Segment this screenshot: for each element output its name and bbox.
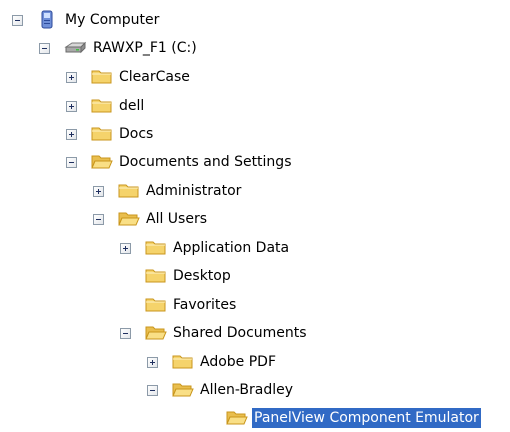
- folder-icon: [145, 267, 166, 285]
- tree-label: Administrator: [146, 183, 242, 199]
- folder-open-icon: [118, 210, 140, 228]
- folder-open-icon: [172, 381, 194, 399]
- tree-label: Shared Documents: [173, 325, 307, 341]
- folder-icon: [172, 353, 193, 371]
- tree-label: My Computer: [65, 12, 160, 28]
- collapse-toggle[interactable]: [147, 385, 158, 396]
- expand-toggle[interactable]: [66, 72, 77, 83]
- tree-label: ClearCase: [119, 69, 190, 85]
- tree-label: Documents and Settings: [119, 154, 292, 170]
- collapse-toggle[interactable]: [12, 15, 23, 26]
- folder-icon: [91, 97, 112, 115]
- tree-label: Allen-Bradley: [200, 382, 294, 398]
- folder-icon: [145, 296, 166, 314]
- folder-open-icon: [145, 324, 167, 342]
- folder-icon: [118, 182, 139, 200]
- my-computer-icon: [37, 10, 57, 29]
- collapse-toggle[interactable]: [39, 43, 50, 54]
- tree-label: Docs: [119, 126, 154, 142]
- tree-label: Adobe PDF: [200, 354, 277, 370]
- tree-label: All Users: [146, 211, 208, 227]
- collapse-toggle[interactable]: [120, 328, 131, 339]
- folder-icon: [145, 239, 166, 257]
- tree-label-selected: PanelView Component Emulator: [252, 408, 481, 428]
- tree-label: RAWXP_F1 (C:): [93, 40, 197, 56]
- tree-label: Favorites: [173, 297, 237, 313]
- folder-open-icon: [226, 409, 248, 427]
- expand-toggle[interactable]: [120, 243, 131, 254]
- folder-open-icon: [91, 153, 113, 171]
- expand-toggle[interactable]: [66, 129, 77, 140]
- expand-toggle[interactable]: [147, 357, 158, 368]
- folder-icon: [91, 125, 112, 143]
- folder-tree: My Computer RAWXP_F1 (C:) ClearCase dell: [0, 0, 510, 432]
- expand-toggle[interactable]: [66, 101, 77, 112]
- expand-toggle[interactable]: [93, 186, 104, 197]
- collapse-toggle[interactable]: [93, 214, 104, 225]
- tree-label: Application Data: [173, 240, 290, 256]
- hard-drive-icon: [64, 39, 87, 57]
- tree-label: dell: [119, 98, 145, 114]
- collapse-toggle[interactable]: [66, 157, 77, 168]
- tree-label: Desktop: [173, 268, 231, 284]
- folder-icon: [91, 68, 112, 86]
